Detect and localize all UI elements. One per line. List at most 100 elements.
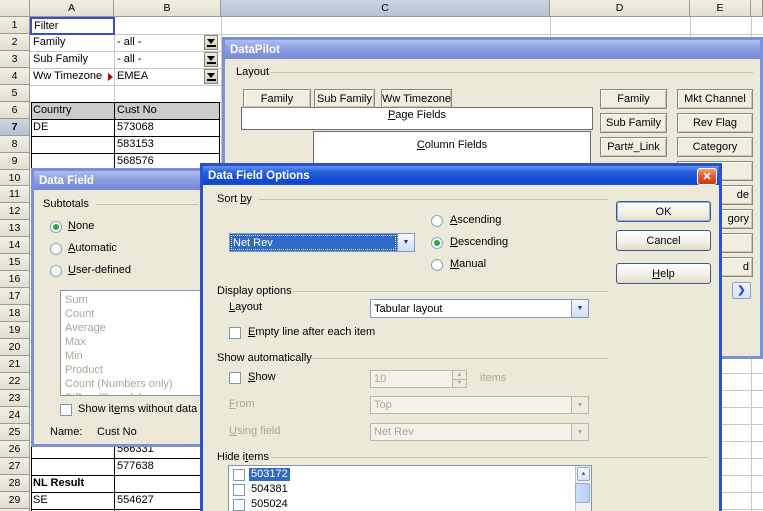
row-header-12[interactable]: 12 bbox=[0, 203, 30, 220]
autofilter-dropdown-button[interactable] bbox=[204, 35, 218, 50]
cell-b9[interactable]: 568576 bbox=[117, 153, 202, 169]
row-header-8[interactable]: 8 bbox=[0, 136, 30, 153]
col-header-f[interactable] bbox=[751, 0, 763, 17]
cell-b29[interactable]: 554627 bbox=[117, 492, 202, 508]
autofilter-dropdown-button[interactable] bbox=[204, 52, 218, 67]
datapilot-titlebar[interactable]: DataPilot bbox=[225, 40, 760, 59]
cell-b2[interactable]: - all - bbox=[117, 34, 202, 50]
field-button-sub-family[interactable]: Sub Family bbox=[600, 113, 667, 133]
cell-a3[interactable]: Sub Family bbox=[33, 51, 113, 67]
col-header-d[interactable]: D bbox=[550, 0, 690, 17]
chevron-down-icon[interactable]: ▼ bbox=[571, 300, 588, 317]
radio-descending[interactable] bbox=[431, 237, 443, 249]
field-button-category[interactable]: Category bbox=[677, 137, 753, 157]
items-spinner[interactable]: 10 ▲ ▼ bbox=[370, 370, 467, 388]
row-header-5[interactable]: 5 bbox=[0, 85, 30, 102]
row-header-16[interactable]: 16 bbox=[0, 271, 30, 288]
empty-line-checkbox[interactable] bbox=[229, 327, 241, 339]
spinner-up-icon[interactable]: ▲ bbox=[453, 371, 466, 380]
ok-button[interactable]: OK bbox=[616, 201, 711, 222]
row-header-10[interactable]: 10 bbox=[0, 170, 30, 187]
function-item-product[interactable]: Product bbox=[61, 363, 201, 377]
row-header-19[interactable]: 19 bbox=[0, 322, 30, 339]
cell-b4[interactable]: EMEA bbox=[117, 68, 202, 84]
radio-none[interactable] bbox=[50, 221, 62, 233]
hide-items-list[interactable]: 503172504381505024504107 ▲ bbox=[228, 465, 592, 511]
row-header-3[interactable]: 3 bbox=[0, 51, 30, 68]
cell-a7[interactable]: DE bbox=[33, 119, 113, 135]
cell-a1[interactable]: Filter bbox=[30, 17, 115, 35]
radio-ascending[interactable] bbox=[431, 215, 443, 227]
row-header-18[interactable]: 18 bbox=[0, 305, 30, 322]
page-area-button-sub-family[interactable]: Sub Family bbox=[314, 89, 375, 108]
row-header-21[interactable]: 21 bbox=[0, 356, 30, 373]
row-header-29[interactable]: 29 bbox=[0, 492, 30, 509]
hide-item-checkbox[interactable] bbox=[233, 469, 245, 481]
radio-automatic[interactable] bbox=[50, 243, 62, 255]
row-header-22[interactable]: 22 bbox=[0, 373, 30, 390]
show-checkbox[interactable] bbox=[229, 372, 241, 384]
help-button[interactable]: Help bbox=[616, 263, 711, 284]
cancel-button[interactable]: Cancel bbox=[616, 230, 711, 251]
row-header-28[interactable]: 28 bbox=[0, 475, 30, 492]
field-button-family[interactable]: Family bbox=[600, 89, 667, 109]
row-header-15[interactable]: 15 bbox=[0, 254, 30, 271]
cell-b8[interactable]: 583153 bbox=[117, 136, 202, 152]
row-header-14[interactable]: 14 bbox=[0, 237, 30, 254]
sort-field-select[interactable]: Net Rev ▼ bbox=[229, 233, 415, 252]
hide-item-row[interactable]: 503172 bbox=[229, 468, 574, 483]
function-item-count[interactable]: Count bbox=[61, 307, 201, 321]
from-select[interactable]: Top ▼ bbox=[370, 396, 589, 414]
show-items-without-data-checkbox[interactable] bbox=[60, 404, 72, 416]
using-field-select[interactable]: Net Rev ▼ bbox=[370, 423, 589, 441]
more-fields-button[interactable]: ❯ bbox=[732, 282, 751, 299]
row-header-7[interactable]: 7 bbox=[0, 119, 30, 136]
cell-a4[interactable]: Ww Timezone bbox=[33, 68, 113, 84]
row-header-13[interactable]: 13 bbox=[0, 220, 30, 237]
row-header-9[interactable]: 9 bbox=[0, 153, 30, 170]
cell-a29[interactable]: SE bbox=[33, 492, 113, 508]
function-item-stdev-sample[interactable]: StDev (Sample) bbox=[61, 391, 201, 396]
page-area-button-ww-timezone[interactable]: Ww Timezone bbox=[381, 89, 452, 108]
row-header-26[interactable]: 26 bbox=[0, 441, 30, 458]
hide-item-checkbox[interactable] bbox=[233, 484, 245, 496]
field-button-rev-flag[interactable]: Rev Flag bbox=[677, 113, 753, 133]
row-header-6[interactable]: 6 bbox=[0, 102, 30, 119]
row-header-1[interactable]: 1 bbox=[0, 17, 30, 34]
row-header-11[interactable]: 11 bbox=[0, 187, 30, 204]
scroll-thumb[interactable] bbox=[575, 483, 590, 503]
row-header-20[interactable]: 20 bbox=[0, 339, 30, 356]
data-field-options-titlebar[interactable]: Data Field Options bbox=[203, 166, 719, 185]
radio-user-defined[interactable] bbox=[50, 265, 62, 277]
row-header-2[interactable]: 2 bbox=[0, 34, 30, 51]
cell-b3[interactable]: - all - bbox=[117, 51, 202, 67]
function-item-min[interactable]: Min bbox=[61, 349, 201, 363]
col-header-e[interactable]: E bbox=[690, 0, 751, 17]
hide-item-row[interactable]: 505024 bbox=[229, 498, 574, 511]
row-header-17[interactable]: 17 bbox=[0, 288, 30, 305]
cell-a2[interactable]: Family bbox=[33, 34, 113, 50]
hide-item-row[interactable]: 504381 bbox=[229, 483, 574, 498]
page-fields-area[interactable]: Page Fields bbox=[241, 107, 593, 130]
function-item-count-numbers-only[interactable]: Count (Numbers only) bbox=[61, 377, 201, 391]
spinner-down-icon[interactable]: ▼ bbox=[453, 380, 466, 388]
hide-item-checkbox[interactable] bbox=[233, 499, 245, 511]
row-header-27[interactable]: 27 bbox=[0, 458, 30, 475]
field-button-mkt-channel[interactable]: Mkt Channel bbox=[677, 89, 753, 109]
layout-select[interactable]: Tabular layout ▼ bbox=[370, 299, 589, 318]
col-header-a[interactable]: A bbox=[30, 0, 114, 17]
function-item-average[interactable]: Average bbox=[61, 321, 201, 335]
row-header-4[interactable]: 4 bbox=[0, 68, 30, 85]
col-header-b[interactable]: B bbox=[114, 0, 221, 17]
field-button-part-link[interactable]: Part#_Link bbox=[600, 137, 667, 157]
cell-a28[interactable]: NL Result bbox=[33, 475, 113, 491]
row-header-24[interactable]: 24 bbox=[0, 407, 30, 424]
row-header-23[interactable]: 23 bbox=[0, 390, 30, 407]
scroll-up-button[interactable]: ▲ bbox=[577, 467, 590, 481]
close-button[interactable]: ✕ bbox=[697, 168, 717, 185]
col-header-c[interactable]: C bbox=[221, 0, 550, 17]
corner-header[interactable] bbox=[0, 0, 30, 17]
row-header-25[interactable]: 25 bbox=[0, 424, 30, 441]
cell-b6[interactable]: Cust No bbox=[117, 102, 202, 118]
page-area-button-family[interactable]: Family bbox=[243, 89, 311, 108]
